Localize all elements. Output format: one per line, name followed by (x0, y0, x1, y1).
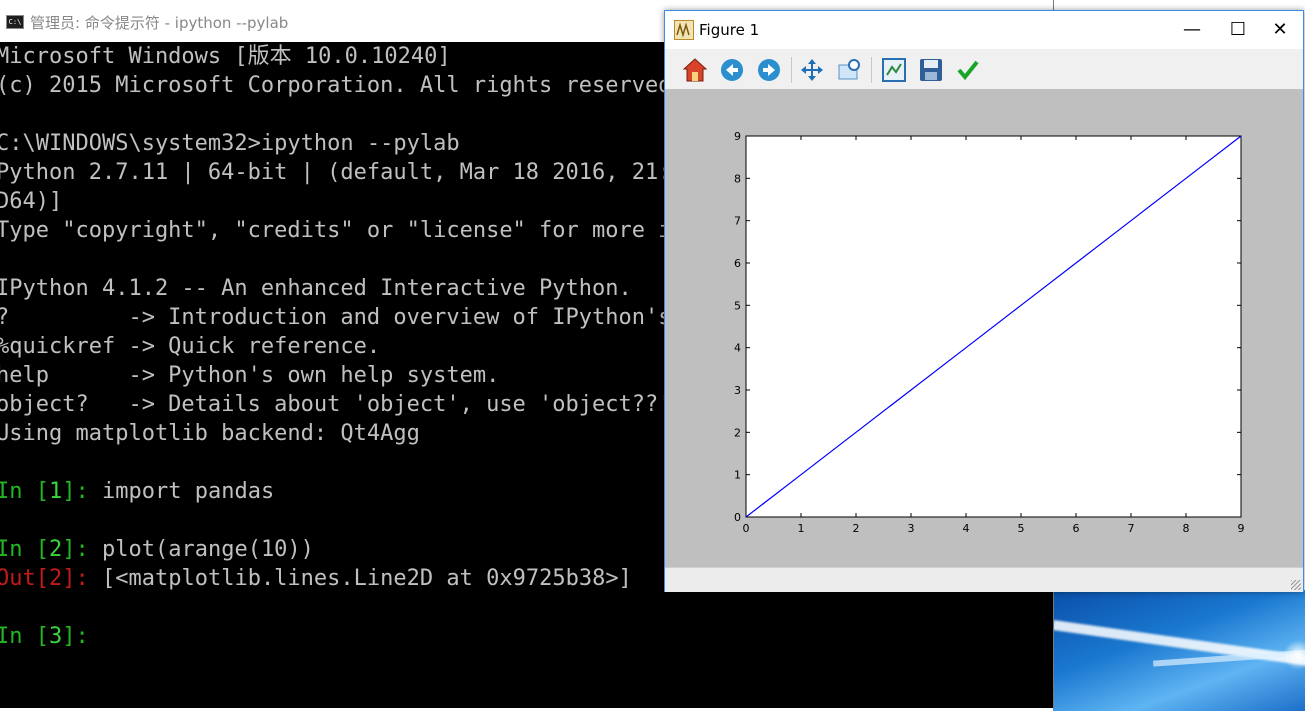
x-tick-label: 0 (743, 522, 750, 535)
line-chart[interactable]: 0 1 2 3 4 5 6 7 8 9 0 1 2 3 4 5 6 7 8 9 (665, 89, 1303, 567)
maximize-button[interactable]: ☐ (1215, 11, 1261, 49)
figure-window[interactable]: Figure 1 — ☐ ✕ 0 1 2 3 4 5 6 7 8 9 0 1 2… (664, 10, 1304, 592)
prompt-output: [<matplotlib.lines.Line2D at 0x9725b38>] (102, 566, 632, 591)
console-line: Microsoft Windows [版本 10.0.10240] (0, 44, 451, 69)
console-line: Type "copyright", "credits" or "license"… (0, 218, 685, 243)
console-line: IPython 4.1.2 -- An enhanced Interactive… (0, 276, 632, 301)
ipython-prompt-in-1: In [1]: import pandas (0, 479, 275, 504)
x-tick-label: 5 (1018, 522, 1025, 535)
console-line: ? -> Introduction and overview of IPytho… (0, 305, 672, 330)
console-window-title: 管理员: 命令提示符 - ipython --pylab (30, 14, 289, 32)
x-tick-label: 2 (853, 522, 860, 535)
console-line: C:\WINDOWS\system32>ipython --pylab (0, 131, 460, 156)
y-tick-label: 4 (734, 342, 741, 355)
figure-titlebar[interactable]: Figure 1 — ☐ ✕ (665, 11, 1303, 49)
console-line: help -> Python's own help system. (0, 363, 500, 388)
x-tick-label: 9 (1238, 522, 1245, 535)
ipython-prompt-in-2: In [2]: plot(arange(10)) (0, 537, 314, 562)
back-icon[interactable] (719, 57, 745, 83)
figure-toolbar (665, 49, 1303, 89)
figure-title: Figure 1 (699, 21, 760, 39)
pan-icon[interactable] (799, 57, 825, 83)
x-tick-label: 1 (798, 522, 805, 535)
forward-icon[interactable] (756, 57, 782, 83)
x-tick-label: 3 (908, 522, 915, 535)
x-tick-label: 7 (1128, 522, 1135, 535)
y-tick-label: 8 (734, 172, 741, 185)
prompt-code: plot(arange(10)) (102, 537, 314, 562)
close-button[interactable]: ✕ (1257, 11, 1303, 49)
x-tick-label: 4 (963, 522, 970, 535)
console-line: Using matplotlib backend: Qt4Agg (0, 421, 420, 446)
toolbar-separator (871, 57, 872, 83)
zoom-icon[interactable] (837, 57, 863, 83)
minimize-button[interactable]: — (1169, 11, 1215, 49)
ipython-prompt-out-2: Out[2]: [<matplotlib.lines.Line2D at 0x9… (0, 566, 632, 591)
save-icon[interactable] (918, 57, 944, 83)
console-line: Python 2.7.11 | 64-bit | (default, Mar 1… (0, 160, 685, 185)
cmd-icon: C:\ (6, 15, 24, 29)
plot-canvas[interactable]: 0 1 2 3 4 5 6 7 8 9 0 1 2 3 4 5 6 7 8 9 (665, 89, 1303, 567)
x-tick-label: 6 (1073, 522, 1080, 535)
wallpaper-flare (1283, 640, 1305, 670)
y-tick-label: 9 (734, 130, 741, 143)
console-line: object? -> Details about 'object', use '… (0, 392, 672, 417)
toolbar-separator (791, 57, 792, 83)
console-line: (c) 2015 Microsoft Corporation. All righ… (0, 73, 685, 98)
prompt-code: import pandas (102, 479, 275, 504)
y-tick-label: 1 (734, 469, 741, 482)
x-tick-label: 8 (1183, 522, 1190, 535)
y-tick-label: 6 (734, 257, 741, 270)
console-line: D64)] (0, 189, 63, 214)
status-bar (665, 567, 1303, 592)
y-tick-label: 7 (734, 215, 741, 228)
matplotlib-app-icon (674, 20, 694, 40)
edit-icon[interactable] (955, 57, 981, 83)
ipython-prompt-in-3[interactable]: In [3]: (0, 622, 102, 651)
console-line: %quickref -> Quick reference. (0, 334, 381, 359)
resize-grip[interactable] (1291, 580, 1301, 590)
home-icon[interactable] (682, 57, 708, 83)
y-tick-label: 0 (734, 511, 741, 524)
y-tick-label: 3 (734, 384, 741, 397)
y-tick-label: 5 (734, 299, 741, 312)
subplots-icon[interactable] (881, 57, 907, 83)
y-tick-label: 2 (734, 426, 741, 439)
